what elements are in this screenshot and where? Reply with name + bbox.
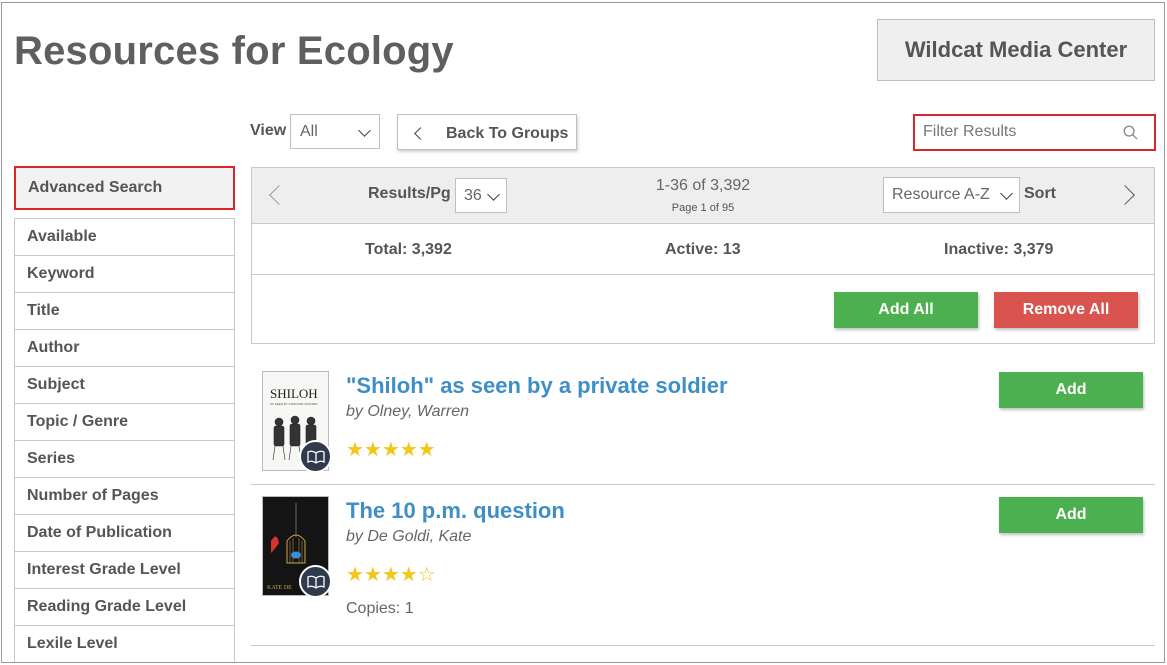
chevron-down-icon [487,188,500,201]
list-item: KATE DE The 10 p.m. question by De Goldi… [251,491,1155,641]
back-to-groups-label: Back To Groups [446,125,569,142]
copies-count: Copies: 1 [346,600,414,617]
open-book-icon[interactable] [299,565,332,598]
back-to-groups-button[interactable]: Back To Groups [397,114,577,150]
chevron-down-icon [1000,187,1013,200]
sidebar-item-label: Keyword [27,265,95,282]
view-select-value: All [300,122,318,140]
open-book-icon[interactable] [299,440,332,473]
results-per-page-label: Results/Pg [368,185,451,202]
active-count: Active: 13 [665,241,741,258]
sidebar-item-label: Number of Pages [27,487,159,504]
sort-label: Sort [1024,185,1056,202]
results-per-page-select[interactable]: 36 [455,178,507,213]
view-select[interactable]: All [290,114,380,149]
filter-results-box[interactable] [913,114,1156,151]
results-summary-panel: Results/Pg 36 1-36 of 3,392 Page 1 of 95… [251,167,1155,344]
result-range: 1-36 of 3,392 [655,177,751,194]
sidebar-item-label: Advanced Search [28,179,163,196]
sidebar-item-title[interactable]: Title [14,293,235,330]
sidebar-item-topic-genre[interactable]: Topic / Genre [14,404,235,441]
book-cover-title: SHILOH [270,386,318,401]
sidebar: Advanced Search Available Keyword Title … [14,166,235,662]
inactive-count: Inactive: 3,379 [944,241,1054,258]
add-button[interactable]: Add [999,372,1143,408]
book-cover-author: KATE DE [267,585,292,591]
result-title[interactable]: "Shiloh" as seen by a private soldier [346,373,728,399]
sidebar-item-lexile-level[interactable]: Lexile Level [14,626,235,662]
star-rating: ★★★★★ [346,439,436,461]
sidebar-item-label: Interest Grade Level [27,561,181,578]
pager-bar: Results/Pg 36 1-36 of 3,392 Page 1 of 95… [252,168,1154,224]
sidebar-item-subject[interactable]: Subject [14,367,235,404]
book-cover-subtitle: AS SEEN BY A PRIVATE SOLDIER [270,402,318,406]
results-per-page-value: 36 [464,186,482,204]
sidebar-item-label: Topic / Genre [27,413,129,430]
sidebar-item-label: Lexile Level [27,635,118,652]
sidebar-item-label: Subject [27,376,85,393]
sidebar-item-number-of-pages[interactable]: Number of Pages [14,478,235,515]
next-page-icon[interactable] [1115,185,1135,205]
chevron-left-icon [414,127,427,140]
sidebar-item-advanced-search[interactable]: Advanced Search [14,166,235,210]
sidebar-item-interest-grade-level[interactable]: Interest Grade Level [14,552,235,589]
sidebar-item-reading-grade-level[interactable]: Reading Grade Level [14,589,235,626]
result-author: by Olney, Warren [346,403,470,420]
chevron-down-icon [358,124,371,137]
star-rating: ★★★★☆ [346,562,436,587]
sidebar-item-available[interactable]: Available [14,218,235,256]
result-author: by De Goldi, Kate [346,528,472,545]
sort-select[interactable]: Resource A-Z [883,177,1020,213]
sidebar-item-label: Date of Publication [27,524,172,541]
sidebar-item-label: Series [27,450,76,467]
star-rating-empty: ☆ [417,564,436,586]
result-divider [251,645,1155,646]
add-button[interactable]: Add [999,497,1143,533]
sidebar-item-label: Author [27,339,80,356]
totals-row: Total: 3,392 Active: 13 Inactive: 3,379 [252,225,1154,275]
previous-page-icon[interactable] [269,185,289,205]
media-center-button[interactable]: Wildcat Media Center [877,19,1155,81]
sidebar-item-label: Reading Grade Level [27,598,187,615]
sidebar-item-label: Available [27,228,97,245]
sidebar-item-label: Title [27,302,60,319]
app-frame: Resources for Ecology Wildcat Media Cent… [1,2,1165,663]
total-count: Total: 3,392 [365,241,452,258]
result-divider [251,484,1155,485]
list-item: SHILOH AS SEEN BY A PRIVATE SOLDIER "Shi… [251,365,1155,483]
star-rating-filled: ★★★★ [346,564,418,586]
filter-results-input[interactable] [923,116,1113,148]
add-all-button[interactable]: Add All [834,292,978,328]
sidebar-item-author[interactable]: Author [14,330,235,367]
sidebar-item-date-of-publication[interactable]: Date of Publication [14,515,235,552]
sidebar-item-keyword[interactable]: Keyword [14,256,235,293]
page-indicator: Page 1 of 95 [671,202,735,214]
page-title: Resources for Ecology [14,29,454,73]
sort-select-value: Resource A-Z [892,186,990,203]
sidebar-item-series[interactable]: Series [14,441,235,478]
search-icon[interactable] [1123,125,1138,140]
remove-all-button[interactable]: Remove All [994,292,1138,328]
result-title[interactable]: The 10 p.m. question [346,498,565,524]
view-label: View [250,122,287,139]
